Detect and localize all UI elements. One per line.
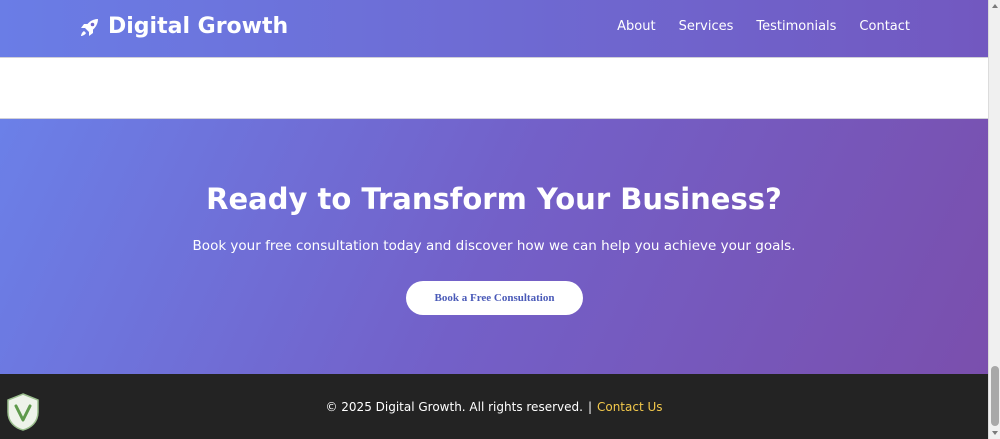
nav-link-services[interactable]: Services (679, 19, 734, 34)
scroll-down-arrow-icon[interactable] (991, 429, 999, 437)
footer: © 2025 Digital Growth. All rights reserv… (0, 374, 988, 439)
scrollbar[interactable] (988, 0, 1000, 439)
shield-badge-icon[interactable] (4, 392, 42, 432)
cta-subtext: Book your free consultation today and di… (192, 238, 796, 254)
brand-logo[interactable]: Digital Growth (78, 14, 288, 39)
footer-contact-link[interactable]: Contact Us (597, 400, 663, 414)
nav-link-testimonials[interactable]: Testimonials (756, 19, 836, 34)
cta-heading: Ready to Transform Your Business? (206, 182, 782, 216)
scrollbar-thumb[interactable] (991, 366, 999, 426)
content-strip (0, 57, 988, 119)
nav-link-contact[interactable]: Contact (859, 19, 910, 34)
book-consultation-button[interactable]: Book a Free Consultation (406, 281, 583, 315)
copyright-text: © 2025 Digital Growth. All rights reserv… (325, 399, 583, 414)
footer-separator: | (587, 399, 592, 414)
rocket-icon (81, 18, 98, 36)
scroll-up-arrow-icon[interactable] (991, 2, 999, 10)
nav-link-about[interactable]: About (617, 19, 655, 34)
cta-section: Ready to Transform Your Business? Book y… (0, 119, 988, 374)
nav-links: About Services Testimonials Contact (617, 19, 910, 34)
brand-name: Digital Growth (108, 14, 289, 39)
navbar: Digital Growth About Services Testimonia… (0, 0, 988, 57)
